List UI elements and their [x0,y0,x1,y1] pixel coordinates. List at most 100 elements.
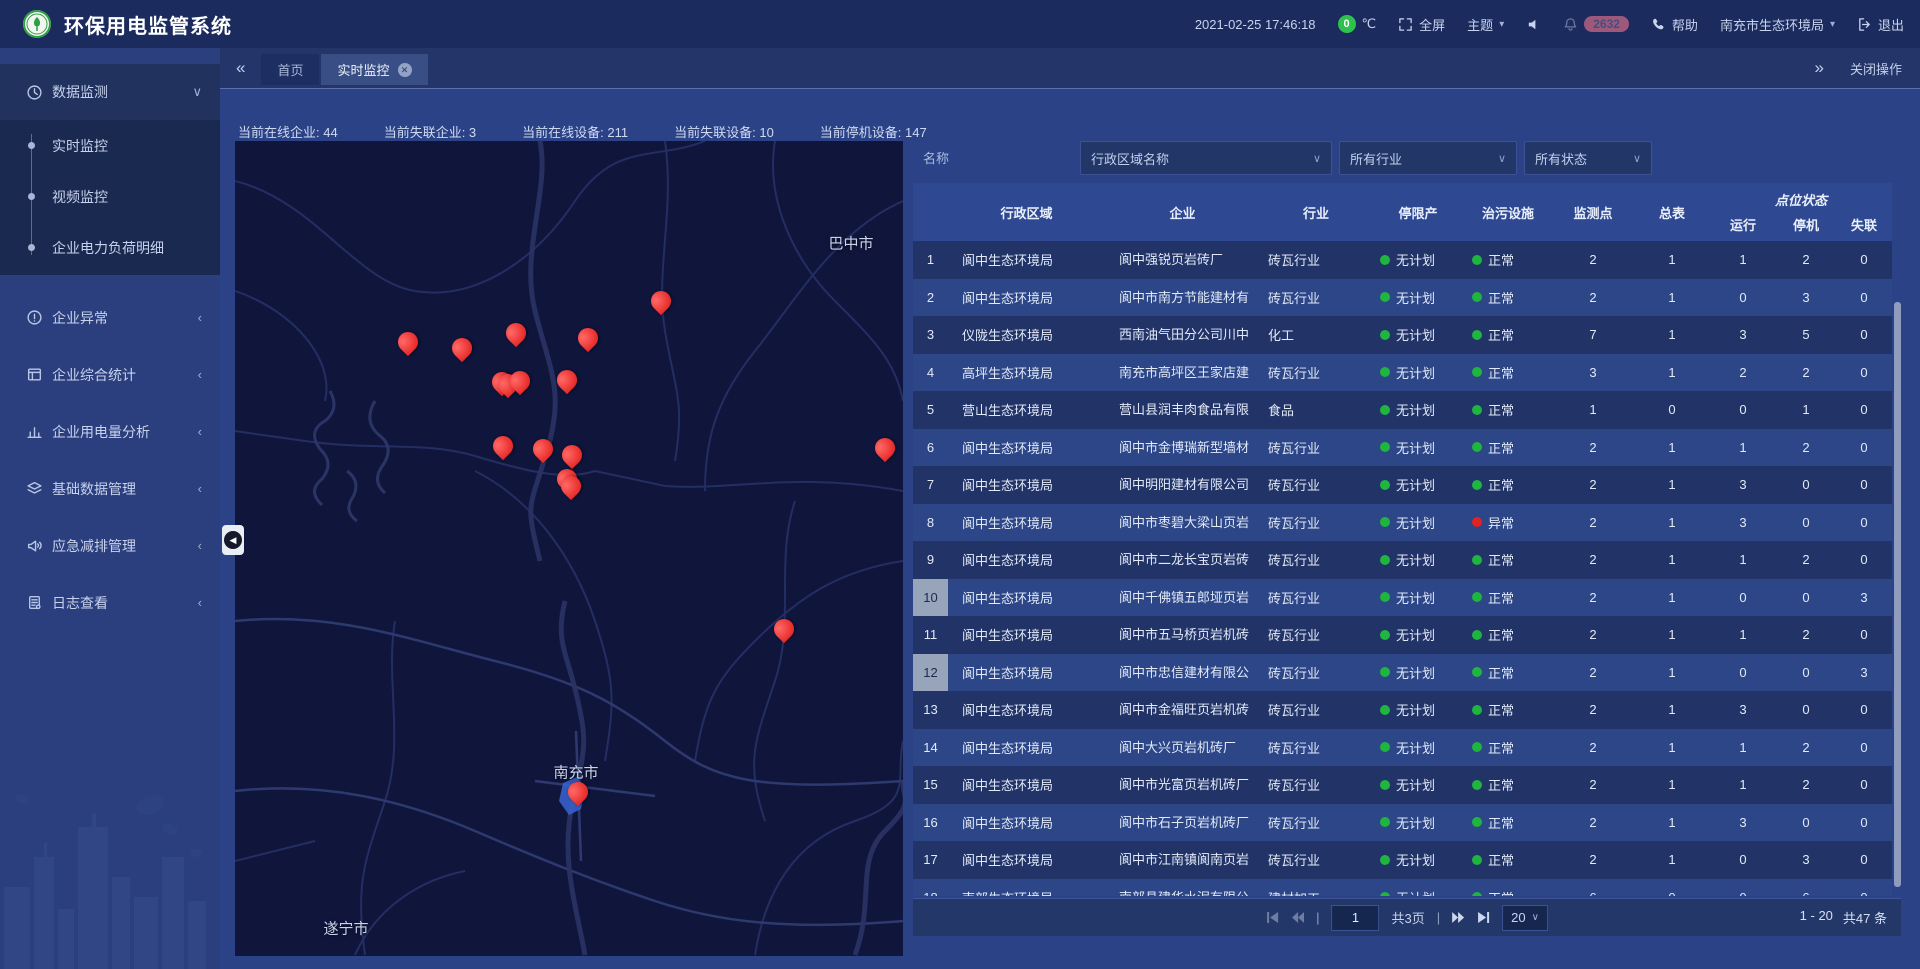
facility-label: 正常 [1488,625,1514,644]
status-dot-green [1380,330,1390,340]
status-dot-green [1380,667,1390,677]
row-limit-status: 无计划 [1372,804,1464,842]
sidebar-item-company-statistics[interactable]: 企业综合统计‹ [0,346,220,403]
sidebar-item-log-view[interactable]: 日志查看‹ [0,574,220,631]
table-row[interactable]: 13阆中生态环境局阆中市金福旺页岩机砖砖瓦行业无计划正常21300 [913,691,1892,729]
industry-select[interactable]: 所有行业∨ [1339,141,1517,175]
tabs-scroll-left-button[interactable]: « [220,58,261,78]
row-facility-status: 正常 [1464,654,1552,692]
fullscreen-button[interactable]: 全屏 [1398,15,1445,34]
row-facility-status: 正常 [1464,354,1552,392]
scrollbar-thumb[interactable] [1894,302,1901,887]
table-row[interactable]: 9阆中生态环境局阆中市二龙长宝页岩砖砖瓦行业无计划正常21120 [913,541,1892,579]
theme-dropdown[interactable]: 主题▾ [1467,15,1504,34]
page-size-select[interactable]: 20∨ [1502,905,1548,931]
row-running: 3 [1710,316,1776,354]
row-lost: 0 [1836,504,1892,542]
previous-page-button[interactable] [1291,911,1304,924]
row-index: 6 [913,429,948,467]
column-header[interactable]: 行政区域 [948,183,1105,241]
limit-label: 无计划 [1396,700,1435,719]
mute-button[interactable] [1526,17,1541,32]
facility-label: 正常 [1488,775,1514,794]
column-header[interactable]: 行业 [1260,183,1372,241]
row-total-meters: 1 [1634,616,1710,654]
table-row[interactable]: 5营山生态环境局营山县润丰肉食品有限食品无计划正常10010 [913,391,1892,429]
table-scrollbar[interactable] [1894,207,1901,920]
row-limit-status: 无计划 [1372,879,1464,897]
table-row[interactable]: 17阆中生态环境局阆中市江南镇阆南页岩砖瓦行业无计划正常21030 [913,841,1892,879]
tab-close-icon[interactable]: ✕ [398,63,412,77]
name-search-input[interactable] [913,141,1073,175]
row-industry: 砖瓦行业 [1260,841,1372,879]
facility-label: 正常 [1488,738,1514,757]
table-row[interactable]: 15阆中生态环境局阆中市光富页岩机砖厂砖瓦行业无计划正常21120 [913,766,1892,804]
table-row[interactable]: 4高坪生态环境局南充市高坪区王家店建砖瓦行业无计划正常31220 [913,354,1892,392]
sidebar-subitem[interactable]: 企业电力负荷明细 [0,222,220,273]
map-collapse-button[interactable]: ◀ [222,525,244,555]
row-region: 阆中生态环境局 [948,466,1105,504]
pagination-bar: | 1 共3页 | 20∨ 1 - 20 共47 条 [913,898,1901,936]
speaker-icon [1526,17,1541,32]
status-dot-green [1380,592,1390,602]
sidebar-subitem-active[interactable]: 实时监控 [0,120,220,171]
status-dot-green [1472,630,1482,640]
row-company: 阆中市金博瑞新型墙材 [1105,429,1260,467]
page-number-input[interactable]: 1 [1331,905,1379,931]
sidebar-item-emergency-reduction[interactable]: 应急减排管理‹ [0,517,220,574]
sidebar-item-data-monitor[interactable]: 数据监测∨ [0,64,220,120]
table-row[interactable]: 3仪陇生态环境局西南油气田分公司川中化工无计划正常71350 [913,316,1892,354]
table-row[interactable]: 2阆中生态环境局阆中市南方节能建材有砖瓦行业无计划正常21030 [913,279,1892,317]
map-city-label: 巴中市 [828,233,873,254]
table-row[interactable]: 14阆中生态环境局阆中大兴页岩机砖厂砖瓦行业无计划正常21120 [913,729,1892,767]
table-row[interactable]: 11阆中生态环境局阆中市五马桥页岩机砖砖瓦行业无计划正常21120 [913,616,1892,654]
row-company: 南充市高坪区王家店建 [1105,354,1260,392]
help-button[interactable]: 帮助 [1651,15,1698,34]
notifications-button[interactable]: 2632 [1563,16,1629,32]
sidebar: 数据监测∨实时监控视频监控企业电力负荷明细企业异常‹企业综合统计‹企业用电量分析… [0,48,220,969]
column-header[interactable]: 治污设施 [1464,183,1552,241]
column-header[interactable]: 监测点 [1552,183,1634,241]
user-dropdown[interactable]: 南充市生态环境局▾ [1720,15,1835,34]
column-header[interactable]: 企业 [1105,183,1260,241]
table-row[interactable]: 1阆中生态环境局阆中强锐页岩砖厂砖瓦行业无计划正常21120 [913,241,1892,279]
table-row[interactable]: 18南部生态环境局南部县建华水泥有限公建材加工无计划正常60060 [913,879,1892,897]
sidebar-item-company-abnormal[interactable]: 企业异常‹ [0,289,220,346]
tab-active[interactable]: 实时监控✕ [321,54,427,85]
table-row[interactable]: 12阆中生态环境局阆中市忠信建材有限公砖瓦行业无计划正常21003 [913,654,1892,692]
table-row[interactable]: 7阆中生态环境局阆中明阳建材有限公司砖瓦行业无计划正常21300 [913,466,1892,504]
facility-label: 正常 [1488,438,1514,457]
row-running: 3 [1710,466,1776,504]
column-header[interactable]: 总表 [1634,183,1710,241]
sidebar-group-power-analysis: 企业用电量分析‹ [0,403,220,460]
row-stopped: 0 [1776,504,1836,542]
status-dot-green [1472,255,1482,265]
region-select[interactable]: 行政区域名称∨ [1080,141,1332,175]
table-row[interactable]: 10阆中生态环境局阆中千佛镇五郎垭页岩砖瓦行业无计划正常21003 [913,579,1892,617]
fullscreen-icon [1398,17,1413,32]
tabs-scroll-right-button[interactable]: » [1815,58,1824,78]
table-row[interactable]: 16阆中生态环境局阆中市石子页岩机砖厂砖瓦行业无计划正常21300 [913,804,1892,842]
column-header[interactable]: 停限产 [1372,183,1464,241]
sidebar-item-power-analysis[interactable]: 企业用电量分析‹ [0,403,220,460]
logout-button[interactable]: 退出 [1857,15,1904,34]
limit-label: 无计划 [1396,325,1435,344]
table-row[interactable]: 8阆中生态环境局阆中市枣碧大梁山页岩砖瓦行业无计划异常21300 [913,504,1892,542]
sidebar-item-base-data[interactable]: 基础数据管理‹ [0,460,220,517]
row-facility-status: 正常 [1464,766,1552,804]
alert-icon [26,309,43,326]
status-dot-green [1380,367,1390,377]
status-select[interactable]: 所有状态∨ [1524,141,1652,175]
row-industry: 砖瓦行业 [1260,541,1372,579]
next-page-button[interactable] [1452,911,1465,924]
limit-label: 无计划 [1396,588,1435,607]
close-operations-button[interactable]: 关闭操作 [1850,59,1902,78]
first-page-button[interactable] [1266,911,1279,924]
tab-inactive[interactable]: 首页 [261,54,319,85]
row-region: 阆中生态环境局 [948,241,1105,279]
last-page-button[interactable] [1477,911,1490,924]
table-row[interactable]: 6阆中生态环境局阆中市金博瑞新型墙材砖瓦行业无计划正常21120 [913,429,1892,467]
limit-label: 无计划 [1396,813,1435,832]
map-panel[interactable]: 巴中市南充市遂宁市 [235,141,903,956]
sidebar-subitem[interactable]: 视频监控 [0,171,220,222]
